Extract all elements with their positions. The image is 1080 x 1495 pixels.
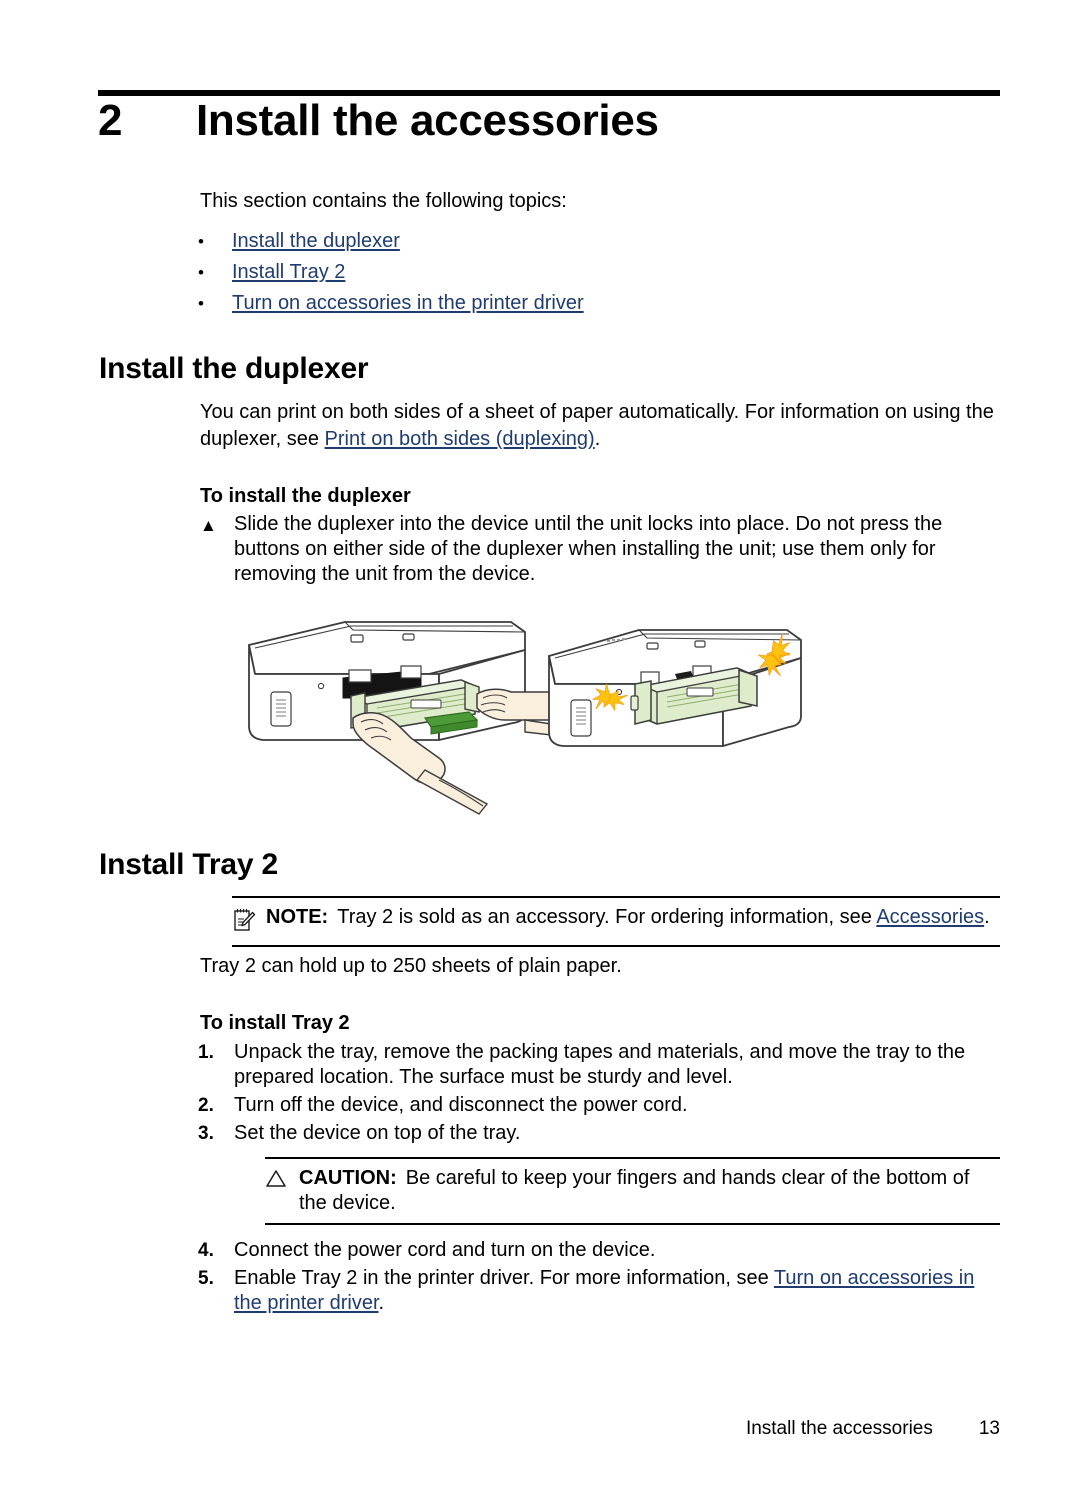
note-body-text: Tray 2 is sold as an accessory. For orde…	[337, 906, 877, 928]
caution-text: CAUTION: Be careful to keep your fingers …	[299, 1166, 1000, 1216]
note-admonition: NOTE: Tray 2 is sold as an accessory. For…	[232, 896, 1000, 947]
topic-link-install-duplexer[interactable]: Install the duplexer	[232, 226, 400, 256]
topic-link-install-tray-2[interactable]: Install Tray 2	[232, 257, 345, 287]
list-item: 3. Set the device on top of the tray.	[198, 1121, 1000, 1146]
tray-capacity-paragraph: Tray 2 can hold up to 250 sheets of plai…	[200, 955, 622, 977]
note-body-tail: .	[984, 906, 990, 928]
list-item[interactable]: • Install Tray 2	[198, 257, 998, 288]
list-item: 2. Turn off the device, and disconnect t…	[198, 1093, 1000, 1118]
chapter-title: Install the accessories	[196, 96, 659, 145]
warning-triangle-icon	[265, 1166, 299, 1193]
duplexer-step: ▲ Slide the duplexer into the device unt…	[200, 512, 1000, 587]
chapter-number: 2	[98, 96, 123, 145]
duplexer-intro-paragraph: You can print on both sides of a sheet o…	[200, 399, 1000, 453]
step-text-lead: Enable Tray 2 in the printer driver. For…	[234, 1267, 774, 1289]
duplexer-step-text: Slide the duplexer into the device until…	[234, 513, 943, 585]
page-footer: Install the accessories 13	[100, 1418, 1000, 1440]
subheading-to-install-duplexer: To install the duplexer	[200, 485, 411, 507]
duplexer-installation-illustration	[225, 608, 825, 820]
list-item[interactable]: • Install the duplexer	[198, 226, 998, 257]
step-text: Unpack the tray, remove the packing tape…	[234, 1041, 966, 1088]
note-text: NOTE: Tray 2 is sold as an accessory. For…	[266, 905, 990, 930]
topics-list: • Install the duplexer • Install Tray 2 …	[198, 226, 998, 319]
list-item: 4. Connect the power cord and turn on th…	[198, 1238, 1000, 1263]
step-number: 3.	[198, 1123, 214, 1144]
step-text: Turn off the device, and disconnect the …	[234, 1094, 688, 1116]
link-print-on-both-sides[interactable]: Print on both sides (duplexing)	[325, 428, 595, 450]
triangle-bullet-icon: ▲	[200, 516, 217, 535]
chapter-heading: 2 Install the accessories	[98, 99, 1000, 143]
step-number: 4.	[198, 1240, 214, 1261]
list-item: 5. Enable Tray 2 in the printer driver. …	[198, 1266, 1000, 1316]
note-pad-pencil-icon	[232, 905, 266, 938]
caution-label: CAUTION:	[299, 1167, 397, 1189]
step-number: 2.	[198, 1095, 214, 1116]
footer-title: Install the accessories	[745, 1418, 933, 1439]
step-text-tail: .	[378, 1292, 385, 1314]
tray-steps-first-group: 1. Unpack the tray, remove the packing t…	[198, 1040, 1000, 1149]
bullet-icon: •	[198, 232, 204, 251]
note-label: NOTE:	[266, 906, 329, 928]
step-text: Enable Tray 2 in the printer driver. For…	[234, 1266, 1000, 1316]
subheading-to-install-tray-2: To install Tray 2	[200, 1012, 350, 1034]
list-item: 1. Unpack the tray, remove the packing t…	[198, 1040, 1000, 1090]
duplexer-paragraph-tail: .	[594, 428, 601, 450]
section-heading-install-tray-2: Install Tray 2	[99, 848, 278, 881]
intro-paragraph: This section contains the following topi…	[200, 190, 567, 212]
document-page: 2 Install the accessories This section c…	[0, 0, 1080, 1495]
tray-steps-second-group: 4. Connect the power cord and turn on th…	[198, 1238, 1000, 1319]
printer-with-hands-figure	[248, 621, 578, 815]
footer-page-number: 13	[978, 1418, 1000, 1439]
caution-admonition: CAUTION: Be careful to keep your fingers …	[265, 1157, 1000, 1225]
step-number: 1.	[198, 1042, 214, 1063]
step-text: Connect the power cord and turn on the d…	[234, 1239, 656, 1261]
step-number: 5.	[198, 1268, 214, 1289]
caution-body-text: Be careful to keep your fingers and hand…	[299, 1167, 970, 1214]
link-accessories[interactable]: Accessories	[876, 906, 984, 928]
section-heading-install-duplexer: Install the duplexer	[99, 352, 369, 385]
list-item[interactable]: • Turn on accessories in the printer dri…	[198, 288, 998, 319]
printer-duplexer-seated-figure	[548, 629, 802, 747]
bullet-icon: •	[198, 294, 204, 313]
topic-link-turn-on-accessories[interactable]: Turn on accessories in the printer drive…	[232, 288, 584, 318]
step-text: Set the device on top of the tray.	[234, 1122, 521, 1144]
bullet-icon: •	[198, 263, 204, 282]
